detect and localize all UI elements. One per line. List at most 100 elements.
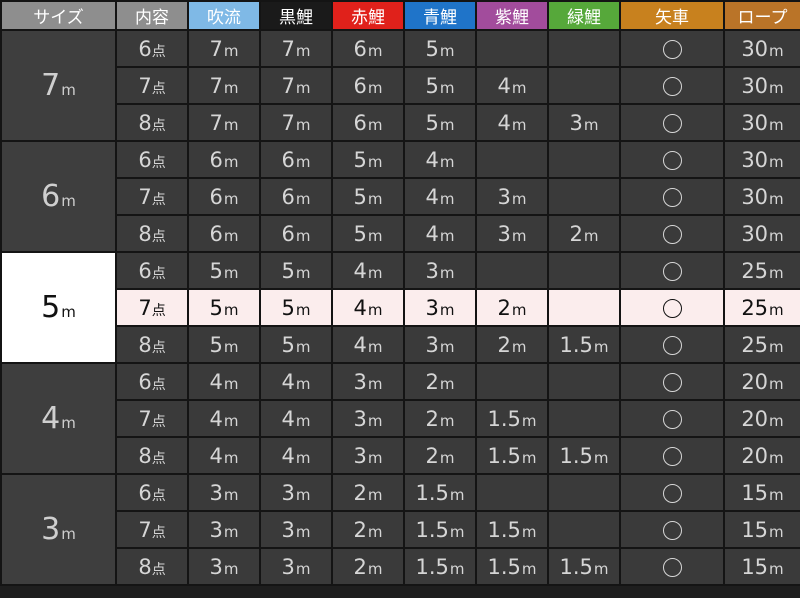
- green-cell: 3m: [549, 105, 619, 140]
- blue-cell: 1.5m: [405, 475, 475, 510]
- circle-mark-icon: [662, 77, 682, 96]
- yaguruma-cell: [621, 475, 723, 510]
- content-cell: 8点: [117, 105, 187, 140]
- circle-mark-icon: [662, 225, 682, 244]
- red-length: 2: [353, 517, 367, 542]
- red-cell: 6m: [333, 105, 403, 140]
- circle-mark-icon: [662, 114, 682, 133]
- table-row: 7点 3m 3m 2m 1.5m 1.5m 15m: [2, 512, 800, 547]
- blue-length: 5: [425, 73, 439, 98]
- green-cell: 2m: [549, 216, 619, 251]
- size-cell: 4m: [2, 364, 115, 473]
- rope-cell: 30m: [725, 142, 800, 177]
- fukinagashi-length: 4: [209, 443, 223, 468]
- green-length: 3: [569, 110, 583, 135]
- rope-cell: 30m: [725, 216, 800, 251]
- count-unit: 点: [151, 228, 166, 245]
- purple-cell: 2m: [477, 327, 547, 362]
- unit-label: m: [223, 374, 239, 393]
- unit-label: m: [61, 525, 76, 543]
- black-length: 6: [281, 184, 295, 209]
- rope-length: 20: [741, 406, 769, 431]
- content-count: 8: [138, 332, 152, 357]
- unit-label: m: [521, 411, 537, 430]
- purple-cell: [477, 142, 547, 177]
- table-row: 8点 3m 3m 2m 1.5m 1.5m 1.5m 15m: [2, 549, 800, 584]
- fukinagashi-length: 6: [209, 221, 223, 246]
- black-length: 4: [281, 369, 295, 394]
- rope-length: 15: [741, 480, 769, 505]
- red-length: 4: [353, 258, 367, 283]
- header-size: サイズ: [2, 2, 115, 29]
- unit-label: m: [521, 522, 537, 541]
- content-cell: 6点: [117, 364, 187, 399]
- purple-cell: [477, 31, 547, 66]
- green-cell: [549, 475, 619, 510]
- red-cell: 2m: [333, 475, 403, 510]
- red-length: 4: [353, 332, 367, 357]
- red-cell: 5m: [333, 142, 403, 177]
- fukinagashi-length: 3: [209, 480, 223, 505]
- black-cell: 7m: [261, 31, 331, 66]
- purple-length: 3: [497, 184, 511, 209]
- unit-label: m: [583, 115, 599, 134]
- fukinagashi-cell: 3m: [189, 475, 259, 510]
- circle-mark-icon: [662, 410, 682, 429]
- blue-length: 4: [425, 221, 439, 246]
- size-value: 7: [41, 68, 61, 103]
- green-cell: [549, 68, 619, 103]
- unit-label: m: [583, 226, 599, 245]
- count-unit: 点: [151, 450, 166, 467]
- black-cell: 6m: [261, 142, 331, 177]
- unit-label: m: [439, 263, 455, 282]
- unit-label: m: [769, 485, 784, 504]
- black-length: 7: [281, 73, 295, 98]
- unit-label: m: [439, 300, 455, 319]
- circle-mark-icon: [662, 558, 682, 577]
- black-length: 3: [281, 480, 295, 505]
- table-row: 6m 6点 6m 6m 5m 4m 30m: [2, 142, 800, 251]
- unit-label: m: [449, 485, 465, 504]
- unit-label: m: [511, 78, 527, 97]
- unit-label: m: [223, 485, 239, 504]
- size-cell: 5m: [2, 253, 115, 362]
- rope-cell: 20m: [725, 401, 800, 436]
- unit-label: m: [223, 152, 239, 171]
- unit-label: m: [367, 485, 383, 504]
- fukinagashi-length: 6: [209, 184, 223, 209]
- unit-label: m: [449, 559, 465, 578]
- circle-mark-icon: [662, 262, 682, 281]
- unit-label: m: [367, 115, 383, 134]
- count-unit: 点: [151, 376, 166, 393]
- rope-cell: 15m: [725, 475, 800, 510]
- purple-length: 2: [497, 295, 511, 320]
- unit-label: m: [769, 78, 784, 97]
- unit-label: m: [449, 522, 465, 541]
- content-cell: 7点: [117, 290, 187, 325]
- red-cell: 3m: [333, 401, 403, 436]
- unit-label: m: [769, 226, 784, 245]
- content-cell: 6点: [117, 142, 187, 177]
- red-cell: 5m: [333, 216, 403, 251]
- table-row: 5m 6点 5m 5m 4m 3m 25m: [2, 253, 800, 362]
- blue-cell: 2m: [405, 401, 475, 436]
- black-cell: 6m: [261, 216, 331, 251]
- unit-label: m: [521, 448, 537, 467]
- black-length: 6: [281, 221, 295, 246]
- unit-label: m: [769, 263, 784, 282]
- rope-cell: 25m: [725, 253, 800, 288]
- unit-label: m: [439, 189, 455, 208]
- rope-cell: 30m: [725, 31, 800, 66]
- rope-cell: 15m: [725, 549, 800, 584]
- yaguruma-cell: [621, 68, 723, 103]
- black-length: 6: [281, 147, 295, 172]
- table-row: 8点 4m 4m 3m 2m 1.5m 1.5m 20m: [2, 438, 800, 473]
- green-length: 1.5: [559, 443, 593, 468]
- unit-label: m: [769, 189, 784, 208]
- unit-label: m: [769, 448, 784, 467]
- fukinagashi-cell: 5m: [189, 327, 259, 362]
- black-length: 7: [281, 36, 295, 61]
- unit-label: m: [223, 263, 239, 282]
- table-row: 7m 6点 7m 7m 6m 5m 30m: [2, 31, 800, 140]
- green-cell: [549, 142, 619, 177]
